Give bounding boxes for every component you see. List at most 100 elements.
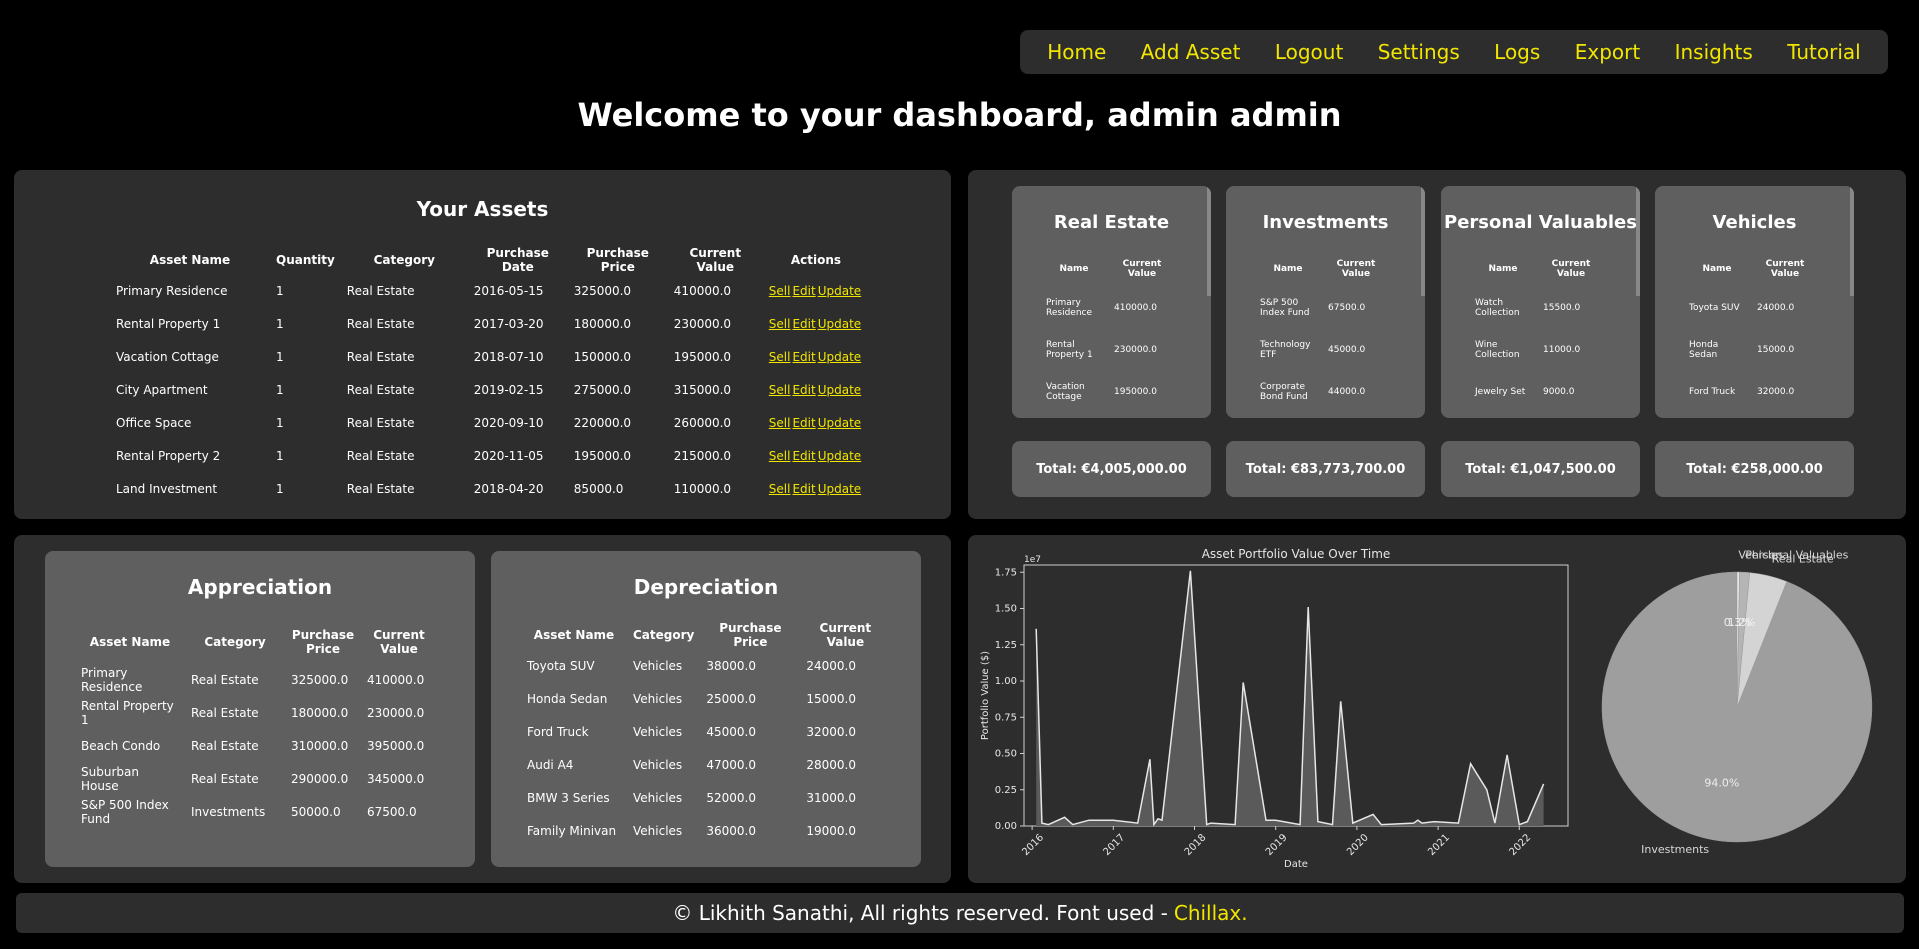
table-header-row: Name Current Value: [1254, 251, 1390, 287]
edit-link[interactable]: Edit: [792, 482, 815, 496]
appreciation-card[interactable]: Appreciation Asset Name Category Purchas…: [45, 551, 475, 867]
table-header-row: Asset Name Category Purchase Price Curre…: [521, 621, 890, 649]
cell-current-value: 31000.0: [806, 790, 856, 805]
cell-quantity: 1: [276, 448, 284, 463]
cell-purchase-price: 150000.0: [573, 349, 632, 364]
table-row: Watch Collection 15500.0: [1469, 287, 1605, 329]
sell-link[interactable]: Sell: [769, 350, 791, 364]
cell-current-value: 28000.0: [1751, 413, 1819, 418]
y-tick-label: 1.50: [995, 604, 1017, 615]
cell-purchase-date: 2019-02-15: [473, 382, 544, 397]
appreciation-depreciation-panel: Appreciation Asset Name Category Purchas…: [14, 535, 951, 883]
col-current-value: Current Value: [1551, 259, 1591, 279]
nav-export-link[interactable]: Export: [1575, 40, 1640, 64]
cell-asset-name: Rental Property 2: [116, 448, 221, 463]
y-tick-label: 0.00: [995, 821, 1017, 832]
col-category: Category: [204, 635, 266, 649]
assets-panel[interactable]: Your Assets Asset Name Quantity Category…: [14, 170, 951, 519]
cell-purchase-price: 325000.0: [291, 672, 349, 687]
cell-actions: Sell Edit Update: [763, 307, 869, 340]
scroll-edge: [14, 513, 951, 519]
edit-link[interactable]: Edit: [792, 317, 815, 331]
table-row: Rental Property 1 230000.0: [1040, 329, 1176, 371]
sell-link[interactable]: Sell: [769, 284, 791, 298]
nav-settings-link[interactable]: Settings: [1378, 40, 1460, 64]
table-row: Family Minivan Vehicles 36000.0 19000.0: [521, 814, 890, 847]
category-title: Personal Valuables: [1444, 212, 1637, 233]
sell-link[interactable]: Sell: [769, 416, 791, 430]
cell-asset-name: Suburban House: [81, 764, 139, 793]
cell-current-value: 345000.0: [367, 771, 425, 786]
y-tick-label: 1.00: [995, 676, 1017, 687]
col-name: Name: [1702, 264, 1732, 274]
update-link[interactable]: Update: [818, 416, 861, 430]
cell-asset-name: Family Minivan: [527, 823, 617, 838]
cell-current-value: 195000.0: [673, 349, 732, 364]
scrollbar[interactable]: [1636, 186, 1640, 296]
cell-quantity: 1: [276, 283, 284, 298]
category-card-real-estate[interactable]: Real Estate Name Current Value Primary Resi…: [1012, 186, 1211, 418]
nav-insights-link[interactable]: Insights: [1675, 40, 1753, 64]
table-row: Jewelry Set 9000.0: [1469, 371, 1605, 413]
edit-link[interactable]: Edit: [792, 416, 815, 430]
scrollbar[interactable]: [1421, 186, 1425, 296]
y-tick-label: 0.25: [995, 785, 1017, 796]
footer-text: © Likhith Sanathi, All rights reserved. …: [672, 901, 1168, 925]
update-link[interactable]: Update: [818, 317, 861, 331]
cell-purchase-price: 52000.0: [706, 790, 756, 805]
cell-name: Honda Sedan: [1689, 340, 1719, 360]
sell-link[interactable]: Sell: [769, 449, 791, 463]
nav-tutorial-link[interactable]: Tutorial: [1787, 40, 1861, 64]
update-link[interactable]: Update: [818, 350, 861, 364]
depreciation-table: Asset Name Category Purchase Price Curre…: [521, 621, 890, 847]
cell-asset-name: Rental Property 1: [81, 698, 174, 727]
cell-name: Wine Collection: [1475, 340, 1520, 360]
cell-current-value: 44000.0: [1328, 387, 1366, 397]
cell-current-value: 230000.0: [1114, 345, 1157, 355]
cell-purchase-price: 220000.0: [573, 415, 632, 430]
nav-home-link[interactable]: Home: [1047, 40, 1106, 64]
cell-purchase-date: 2017-03-20: [473, 316, 544, 331]
sell-link[interactable]: Sell: [769, 383, 791, 397]
table-row: Rental Property 1 1 Real Estate 2017-03-20 1…: [110, 307, 869, 340]
col-current-value: Current Value: [689, 246, 742, 274]
edit-link[interactable]: Edit: [792, 284, 815, 298]
sell-link[interactable]: Sell: [769, 482, 791, 496]
cell-purchase-date: 2016-05-15: [473, 283, 544, 298]
update-link[interactable]: Update: [818, 482, 861, 496]
categories-panel: Real Estate Name Current Value Primary Resi…: [968, 170, 1906, 519]
nav-logout-link[interactable]: Logout: [1275, 40, 1343, 64]
category-card-personal-valuables[interactable]: Personal Valuables Name Current Value Watch…: [1441, 186, 1640, 418]
scrollbar[interactable]: [1850, 186, 1854, 296]
cell-purchase-date: 2020-09-10: [473, 415, 544, 430]
cell-asset-name: Office Space: [116, 415, 192, 430]
update-link[interactable]: Update: [818, 449, 861, 463]
cell-purchase-price: 45000.0: [706, 724, 756, 739]
cell-purchase-price: 180000.0: [291, 705, 349, 720]
nav-add-asset-link[interactable]: Add Asset: [1141, 40, 1241, 64]
cell-current-value: 230000.0: [367, 705, 425, 720]
category-table: Name Current Value Primary Residence 410000…: [1040, 251, 1176, 413]
cell-purchase-price: 195000.0: [573, 448, 632, 463]
edit-link[interactable]: Edit: [792, 350, 815, 364]
col-name: Name: [1273, 264, 1303, 274]
cell-name: Audi A4: [1683, 413, 1751, 418]
footer: © Likhith Sanathi, All rights reserved. …: [16, 893, 1904, 933]
table-row: Technology ETF 45000.0: [1254, 329, 1390, 371]
cell-name: S&P 500 Index Fund: [1260, 298, 1310, 318]
update-link[interactable]: Update: [818, 383, 861, 397]
table-row: Ford Truck 32000.0: [1683, 371, 1819, 413]
cell-category: Real Estate: [191, 771, 259, 786]
y-axis-label: Portfolio Value ($): [980, 651, 991, 740]
cell-purchase-price: 47000.0: [706, 757, 756, 772]
sell-link[interactable]: Sell: [769, 317, 791, 331]
category-card-investments[interactable]: Investments Name Current Value S&P 500 Inde…: [1226, 186, 1425, 418]
x-tick-label: 2021: [1426, 832, 1452, 858]
category-card-vehicles[interactable]: Vehicles Name Current Value Toyota SUV 24000…: [1655, 186, 1854, 418]
charts-panel: Asset Portfolio Value Over Time 1e7 0.00 0.…: [968, 535, 1906, 883]
scrollbar[interactable]: [1207, 186, 1211, 296]
edit-link[interactable]: Edit: [792, 449, 815, 463]
nav-logs-link[interactable]: Logs: [1494, 40, 1540, 64]
update-link[interactable]: Update: [818, 284, 861, 298]
edit-link[interactable]: Edit: [792, 383, 815, 397]
